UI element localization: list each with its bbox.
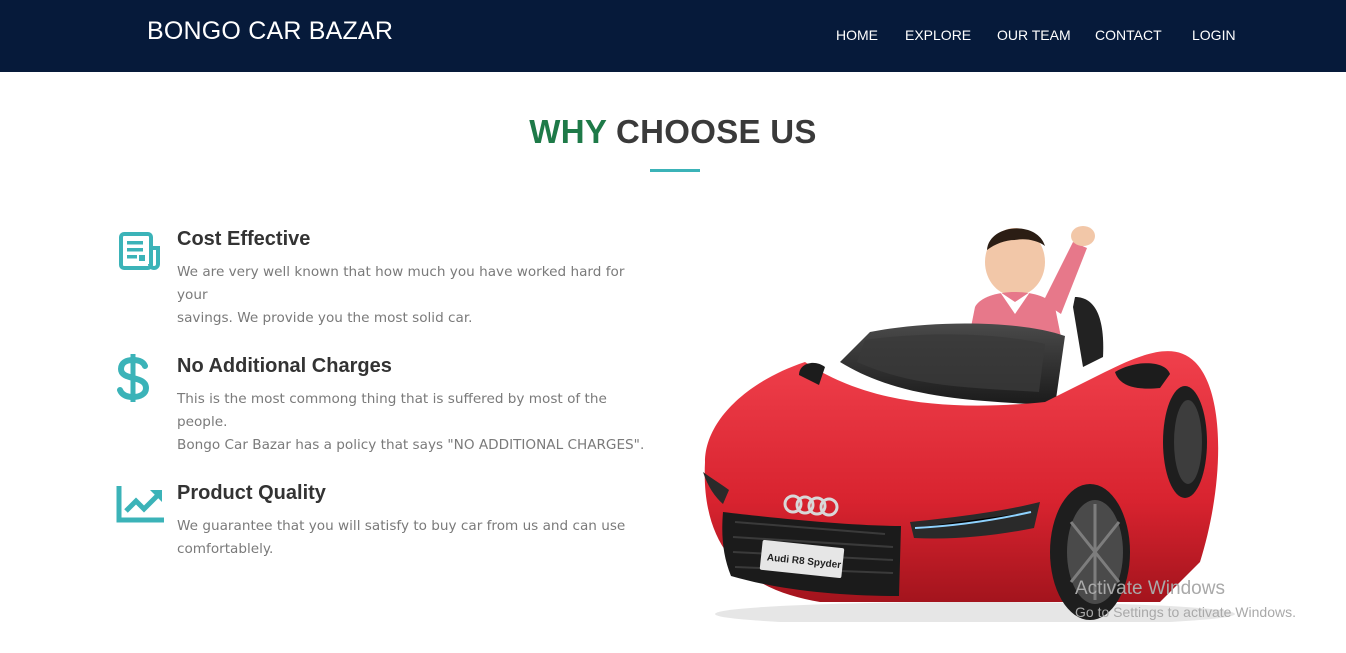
nav-login-link[interactable]: LOGIN — [1192, 27, 1236, 43]
dollar-icon — [113, 352, 163, 402]
feature-title-product-quality: Product Quality — [177, 482, 326, 504]
feature-text-line: We are very well known that how much you… — [177, 264, 625, 303]
feature-text-line: Bongo Car Bazar has a policy that says "… — [177, 437, 645, 453]
nav-our-team-link[interactable]: OUR TEAM — [997, 27, 1071, 43]
nav-contact-link[interactable]: CONTACT — [1095, 27, 1162, 43]
section-title-highlight: WHY — [529, 113, 607, 150]
title-underline-divider — [650, 169, 700, 172]
windows-activation-watermark-title: Activate Windows — [1075, 578, 1225, 599]
trending-chart-icon — [116, 484, 166, 534]
section-title-rest: CHOOSE US — [616, 113, 817, 150]
nav-home-link[interactable]: HOME — [836, 27, 878, 43]
feature-text-line: comfortablely. — [177, 541, 274, 557]
windows-activation-watermark-subtitle: Go to Settings to activate Windows. — [1075, 604, 1296, 620]
feature-title-no-additional-charges: No Additional Charges — [177, 355, 392, 377]
feature-text-cost-effective: We are very well known that how much you… — [177, 261, 657, 330]
newspaper-icon — [117, 230, 167, 280]
navbar: BONGO CAR BAZAR HOME EXPLORE OUR TEAM CO… — [0, 0, 1346, 72]
feature-text-line: savings. We provide you the most solid c… — [177, 310, 473, 326]
feature-text-line: This is the most commong thing that is s… — [177, 391, 607, 430]
section-title: WHY CHOOSE US — [0, 113, 1346, 151]
nav-explore-link[interactable]: EXPLORE — [905, 27, 971, 43]
hero-car-image: Audi R8 Spyder — [675, 222, 1245, 622]
feature-title-cost-effective: Cost Effective — [177, 228, 311, 250]
feature-text-product-quality: We guarantee that you will satisfy to bu… — [177, 515, 657, 561]
feature-text-no-additional-charges: This is the most commong thing that is s… — [177, 388, 657, 457]
brand-logo-link[interactable]: BONGO CAR BAZAR — [147, 17, 393, 46]
feature-text-line: We guarantee that you will satisfy to bu… — [177, 518, 626, 534]
